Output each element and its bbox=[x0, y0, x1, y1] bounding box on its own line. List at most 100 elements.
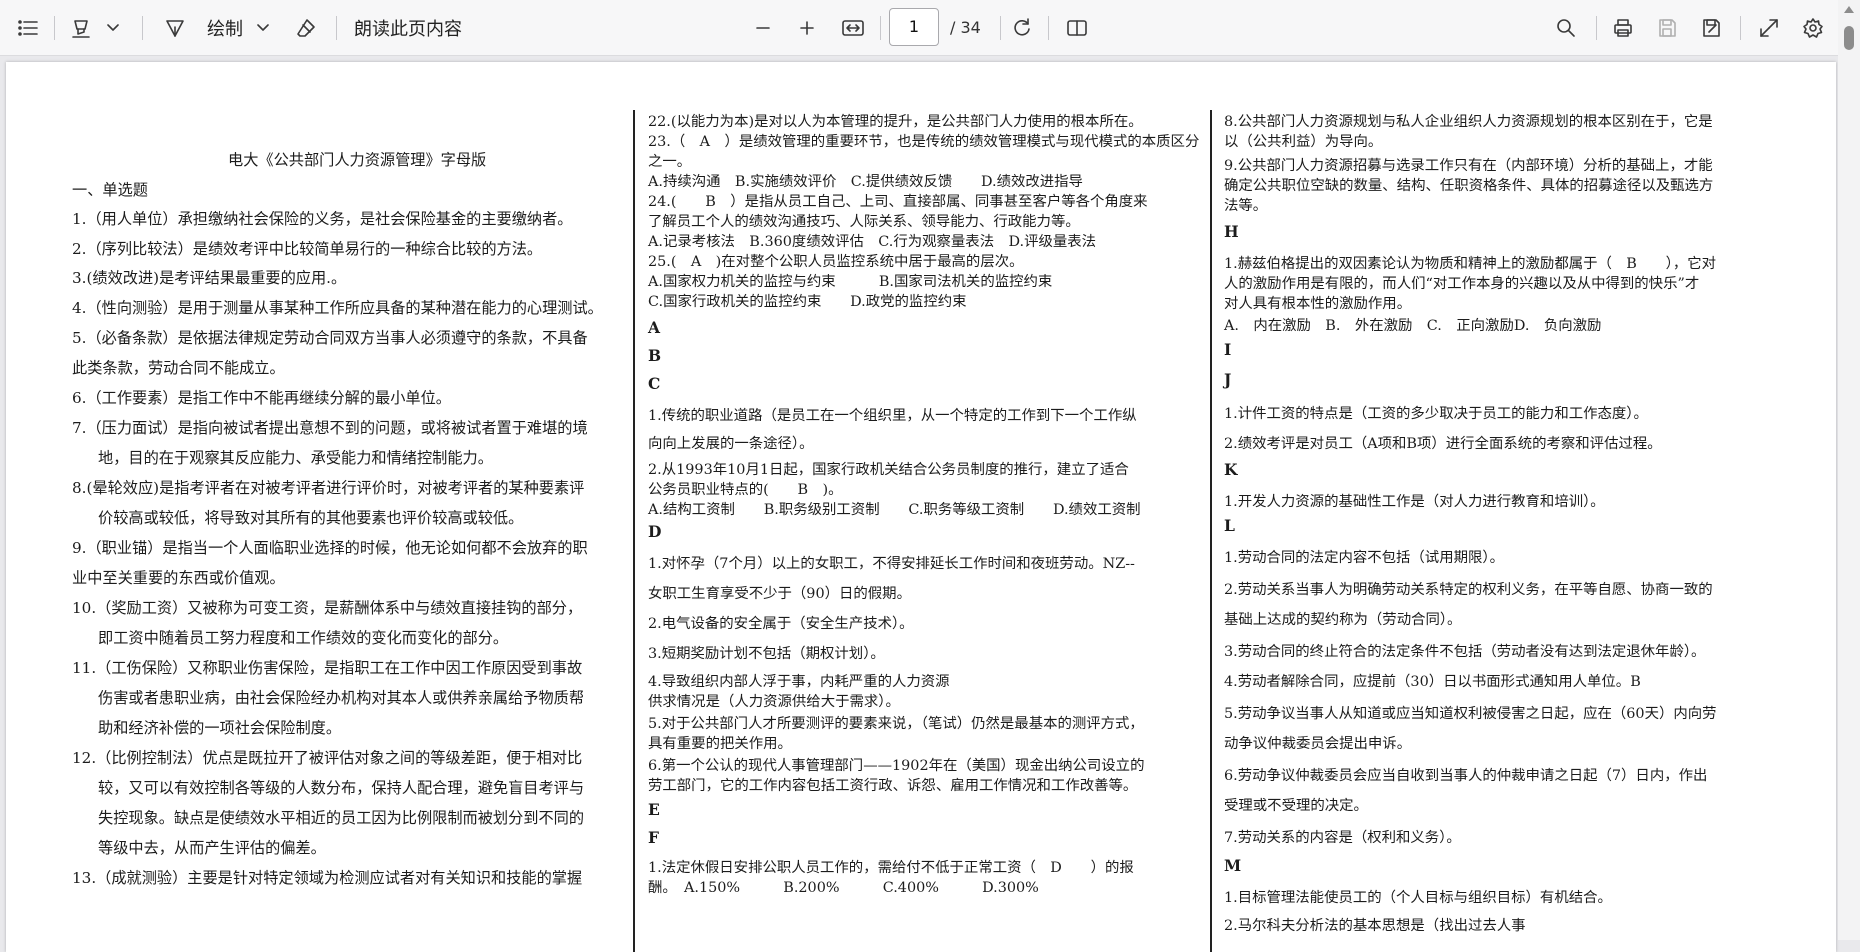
text-line: 劳工部门，它的工作内容包括工资行政、诉怨、雇用工作情况和工作改善等。 bbox=[648, 778, 1138, 794]
text-line: 6.劳动争议仲裁委员会应当自收到当事人的仲裁申请之日起（7）日内，作出 bbox=[1224, 768, 1708, 784]
letter-heading: E bbox=[648, 800, 660, 819]
zoom-in-icon[interactable] bbox=[792, 10, 822, 46]
text-line: 人的激励作用是有限的，而人们“对工作本身的兴趣以及从中得到的快乐”才 bbox=[1224, 276, 1700, 292]
save-icon[interactable] bbox=[1650, 10, 1684, 46]
text-line: 失控现象。缺点是使绩效水平相近的员工因为比例限制而被划分到不同的 bbox=[98, 809, 584, 827]
scroll-up-icon[interactable] bbox=[1844, 6, 1854, 13]
letter-heading: C bbox=[648, 374, 661, 393]
highlight-icon[interactable] bbox=[64, 10, 98, 46]
letter-heading: D bbox=[648, 522, 662, 541]
toolbar-divider bbox=[1048, 16, 1049, 40]
text-line: 2.马尔科夫分析法的基本思想是（找出过去人事 bbox=[1224, 918, 1526, 934]
zoom-out-icon[interactable] bbox=[748, 10, 778, 46]
text-line: 1.计件工资的特点是（工资的多少取决于员工的能力和工作态度）。 bbox=[1224, 406, 1648, 422]
text-line: 2.劳动关系当事人为明确劳动关系特定的权利义务，在平等自愿、协商一致的 bbox=[1224, 582, 1713, 598]
text-line: C.国家行政机关的监控约束 D.政党的监控约束 bbox=[648, 294, 967, 310]
text-line: 伤害或者患职业病，由社会保险经办机构对其本人或供养亲属给予物质帮 bbox=[98, 689, 584, 707]
text-line: 22.(以能力为本)是对以人为本管理的提升，是公共部门人力使用的根本所在。 bbox=[648, 114, 1143, 130]
column-divider bbox=[1210, 110, 1212, 952]
text-line: 1.对怀孕（7个月）以上的女职工，不得安排延长工作时间和夜班劳动。NZ-- bbox=[648, 556, 1135, 572]
letter-heading: I bbox=[1224, 340, 1232, 359]
text-line: 3.短期奖励计划不包括（期权计划）。 bbox=[648, 646, 885, 662]
text-line: 1.开发人力资源的基础性工作是（对人力进行教育和培训）。 bbox=[1224, 494, 1605, 510]
text-line: 向向上发展的一条途径）。 bbox=[648, 436, 814, 452]
text-line: 法等。 bbox=[1224, 198, 1268, 214]
text-line: 助和经济补偿的一项社会保险制度。 bbox=[98, 719, 341, 737]
vertical-scrollbar[interactable] bbox=[1838, 0, 1860, 940]
print-icon[interactable] bbox=[1606, 10, 1640, 46]
text-line: 6.（工作要素）是指工作中不能再继续分解的最小单位。 bbox=[72, 389, 451, 407]
text-line: 25.( A )在对整个公职人员监控系统中居于最高的层次。 bbox=[648, 254, 1024, 270]
text-line: 8.公共部门人力资源规划与私人企业组织人力资源规划的根本区别在于，它是 bbox=[1224, 114, 1713, 130]
text-line: 较，又可以有效控制各等级的人数分布，保持人配合理，避免盲目考评与 bbox=[98, 779, 584, 797]
letter-heading: H bbox=[1224, 222, 1239, 241]
toolbar-divider bbox=[1000, 16, 1001, 40]
chevron-down-icon[interactable] bbox=[252, 10, 274, 46]
text-line: 10.（奖励工资）又被称为可变工资，是薪酬体系中与绩效直接挂钩的部分， bbox=[72, 599, 583, 617]
document-page: 电大《公共部门人力资源管理》字母版 一、单选题 1.（用人单位）承担缴纳社会保险… bbox=[6, 62, 1836, 952]
section-heading: 一、单选题 bbox=[72, 181, 148, 199]
eraser-icon[interactable] bbox=[290, 10, 322, 46]
toolbar-divider bbox=[1740, 16, 1741, 40]
text-line: 9.公共部门人力资源招募与选录工作只有在（内部环境）分析的基础上，才能 bbox=[1224, 158, 1713, 174]
draw-icon[interactable] bbox=[160, 10, 190, 46]
text-line: 23.（ A ）是绩效管理的重要环节，也是传统的绩效管理模式与现代模式的本质区分 bbox=[648, 134, 1200, 150]
text-line: 24.( B ）是指从员工自己、上司、直接部属、同事甚至客户等各个角度来 bbox=[648, 194, 1148, 210]
toolbar-divider bbox=[142, 16, 143, 40]
text-line: 酬。 A.150% B.200% C.400% D.300% bbox=[648, 880, 1039, 896]
text-line: 此类条款，劳动合同不能成立。 bbox=[72, 359, 285, 377]
text-line: 1.（用人单位）承担缴纳社会保险的义务，是社会保险基金的主要缴纳者。 bbox=[72, 210, 573, 228]
text-line: 价较高或较低，将导致对其所有的其他要素也评价较高或较低。 bbox=[98, 509, 524, 527]
text-line: 12.（比例控制法）优点是既拉开了被评估对象之间的等级差距，便于相对比 bbox=[72, 749, 583, 767]
read-aloud-button[interactable]: 朗读此页内容 bbox=[354, 10, 494, 46]
pdf-toolbar: 绘制 朗读此页内容 1 / 34 bbox=[0, 0, 1860, 56]
text-line: 9.（职业锚）是指当一个人面临职业选择的时候，他无论如何都不会放弃的职 bbox=[72, 539, 588, 557]
save-as-icon[interactable] bbox=[1694, 10, 1728, 46]
toolbar-divider bbox=[336, 16, 337, 40]
text-line: 4.劳动者解除合同，应提前（30）日以书面形式通知用人单位。B bbox=[1224, 674, 1641, 690]
document-title: 电大《公共部门人力资源管理》字母版 bbox=[228, 151, 487, 169]
text-line: 5.劳动争议当事人从知道或应当知道权利被侵害之日起，应在（60天）内向劳 bbox=[1224, 706, 1717, 722]
search-icon[interactable] bbox=[1550, 10, 1582, 46]
text-line: 2.从1993年10月1日起，国家行政机关结合公务员制度的推行，建立了适合 bbox=[648, 462, 1129, 478]
text-line: 1.目标管理法能使员工的（个人目标与组织目标）有机结合。 bbox=[1224, 890, 1612, 906]
expand-icon[interactable] bbox=[1752, 10, 1786, 46]
text-line: 1.法定休假日安排公职人员工作的，需给付不低于正常工资（ D ）的报 bbox=[648, 860, 1134, 876]
letter-heading: F bbox=[648, 828, 660, 847]
text-line: A.国家权力机关的监控与约束 B.国家司法机关的监控约束 bbox=[648, 274, 1053, 290]
draw-button[interactable]: 绘制 bbox=[200, 10, 250, 46]
text-line: 5.对于公共部门人才所要测评的要素来说，（笔试）仍然是最基本的测评方式， bbox=[648, 716, 1144, 732]
text-line: 了解员工个人的绩效沟通技巧、人际关系、领导能力、行政能力等。 bbox=[648, 214, 1080, 230]
toolbar-divider bbox=[54, 16, 55, 40]
letter-heading: K bbox=[1224, 460, 1238, 479]
text-line: A.结构工资制 B.职务级别工资制 C.职务等级工资制 D.绩效工资制 bbox=[648, 502, 1141, 518]
scrollbar-thumb[interactable] bbox=[1844, 26, 1854, 50]
text-line: 1.传统的职业道路（是员工在一个组织里，从一个特定的工作到下一个工作纵 bbox=[648, 408, 1137, 424]
text-line: 3.(绩效改进)是考评结果最重要的应用.。 bbox=[72, 269, 347, 287]
text-line: 等级中去，从而产生评估的偏差。 bbox=[98, 839, 326, 857]
page-view-icon[interactable] bbox=[1060, 10, 1094, 46]
page-number-input[interactable]: 1 bbox=[889, 8, 939, 46]
text-line: 动争议仲裁委员会提出申诉。 bbox=[1224, 736, 1412, 752]
page-total: / 34 bbox=[950, 18, 981, 37]
toolbar-divider bbox=[1596, 16, 1597, 40]
contents-icon[interactable] bbox=[12, 10, 44, 46]
rotate-icon[interactable] bbox=[1006, 10, 1038, 46]
text-line: 即工资中随着员工努力程度和工作绩效的变化而变化的部分。 bbox=[98, 629, 509, 647]
text-line: 受理或不受理的决定。 bbox=[1224, 798, 1368, 814]
text-line: 2.绩效考评是对员工（A项和B项）进行全面系统的考察和评估过程。 bbox=[1224, 436, 1662, 452]
text-line: 1.劳动合同的法定内容不包括（试用期限）。 bbox=[1224, 550, 1504, 566]
text-line: 公务员职业特点的( B )。 bbox=[648, 482, 843, 498]
text-line: 1.赫兹伯格提出的双因素论认为物质和精神上的激励都属于（ B ），它对 bbox=[1224, 256, 1716, 272]
text-line: 2.（序列比较法）是绩效考评中比较简单易行的一种综合比较的方法。 bbox=[72, 240, 543, 258]
settings-icon[interactable] bbox=[1796, 10, 1830, 46]
text-line: 7.（压力面试）是指向被试者提出意想不到的问题，或将被试者置于难堪的境 bbox=[72, 419, 588, 437]
letter-heading: L bbox=[1224, 516, 1235, 535]
text-line: A.持续沟通 B.实施绩效评价 C.提供绩效反馈 D.绩效改进指导 bbox=[648, 174, 1083, 190]
text-line: 3.劳动合同的终止符合的法定条件不包括（劳动者没有达到法定退休年龄）。 bbox=[1224, 644, 1706, 660]
text-line: A. 内在激励 B. 外在激励 C. 正向激励D. 负向激励 bbox=[1224, 318, 1602, 334]
text-line: 以（公共利益）为导向。 bbox=[1224, 134, 1383, 150]
letter-heading: J bbox=[1224, 370, 1232, 389]
chevron-down-icon[interactable] bbox=[102, 10, 124, 46]
fit-width-icon[interactable] bbox=[836, 10, 870, 46]
